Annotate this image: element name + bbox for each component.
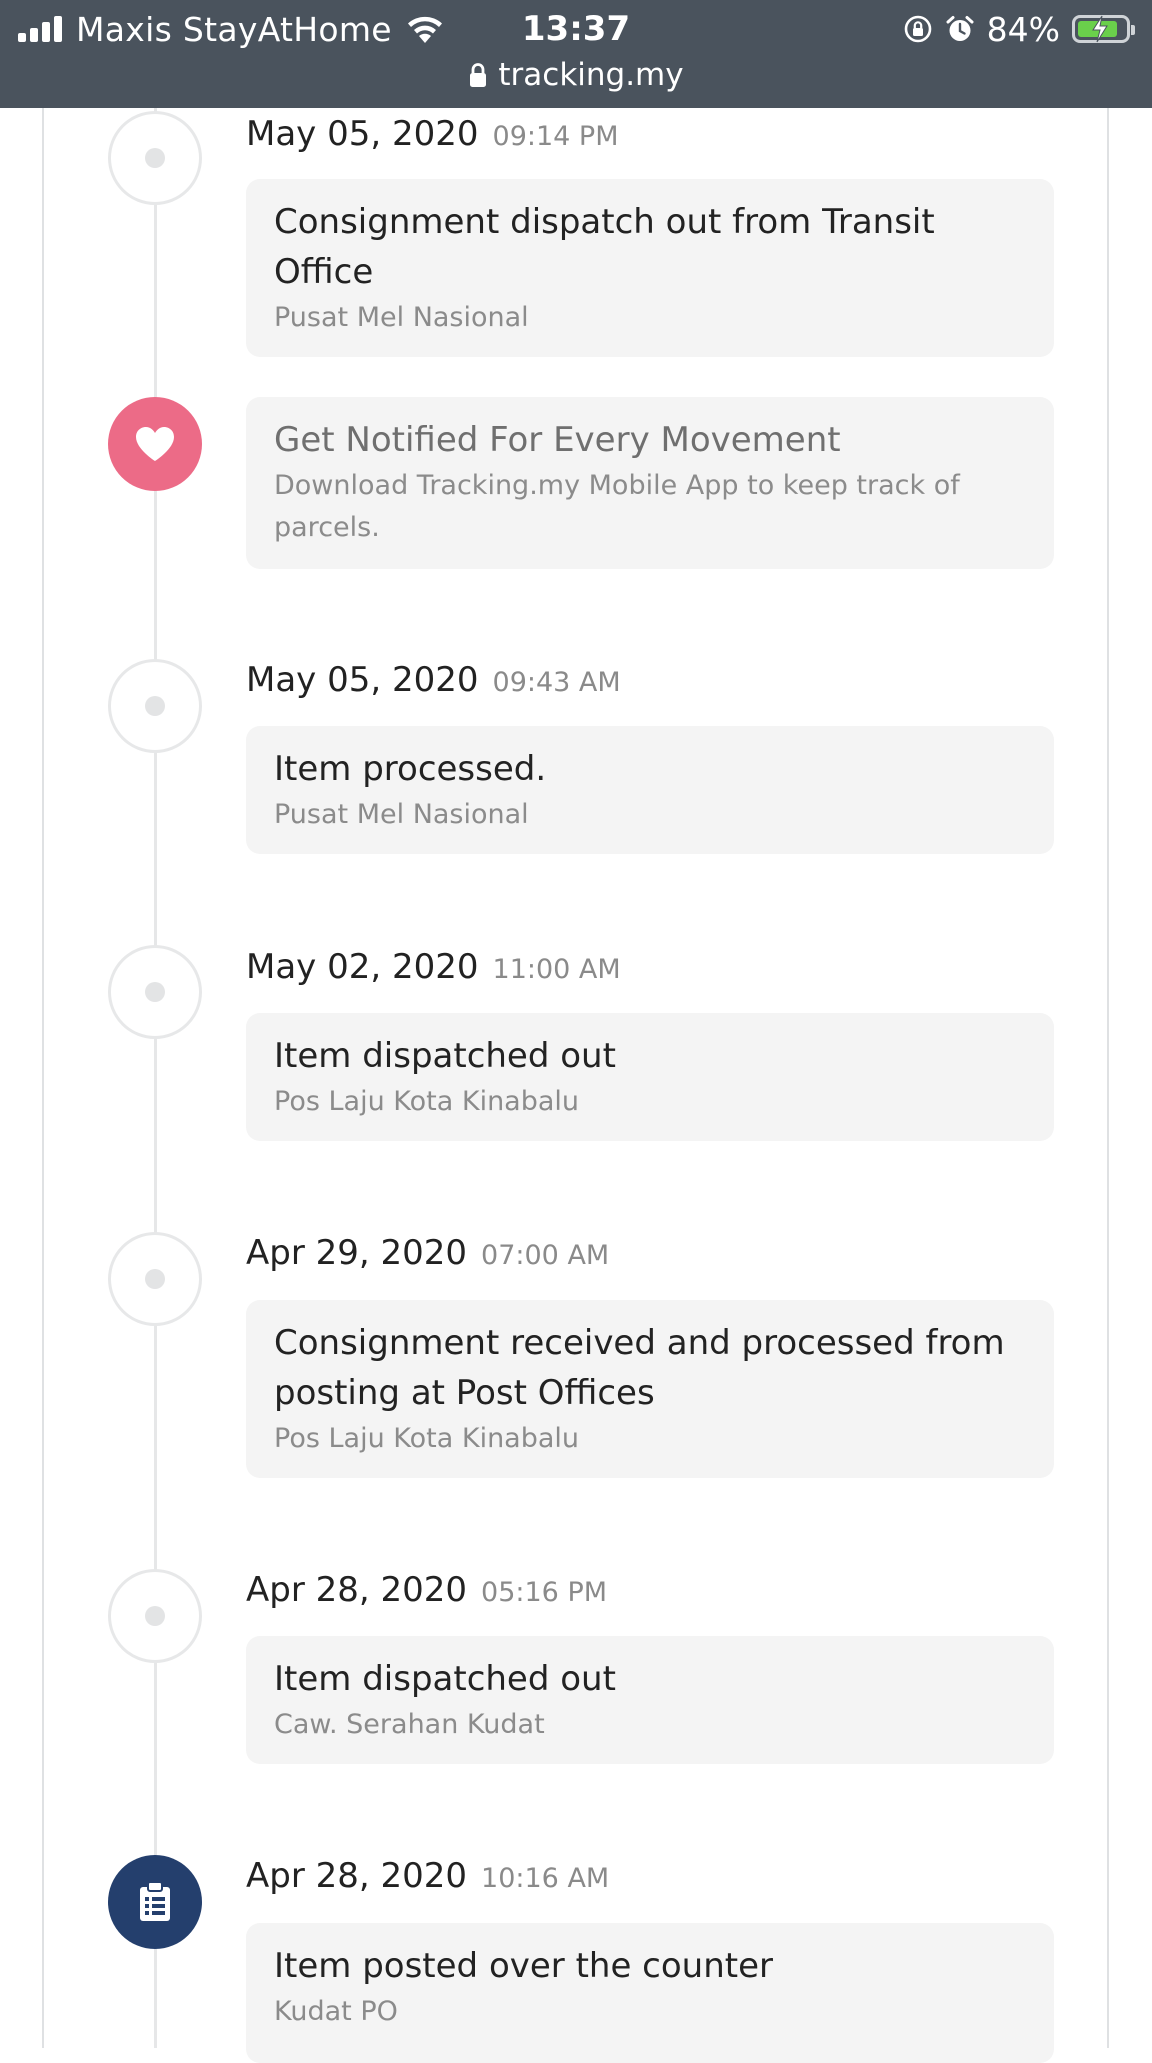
- event-location: Pusat Mel Nasional: [274, 799, 529, 830]
- alarm-icon: [946, 16, 974, 41]
- page-border-right: [1107, 108, 1109, 2048]
- timeline-node-dot-icon: [108, 111, 202, 205]
- event-title: Consignment received and processed from …: [274, 1323, 1005, 1413]
- event-date: May 02, 2020 11:00 AM: [246, 947, 621, 987]
- event-location: Pos Laju Kota Kinabalu: [274, 1086, 580, 1117]
- clipboard-glyph: [140, 1881, 170, 1921]
- event-card: Consignment received and processed from …: [246, 1300, 1054, 1478]
- event-date: May 05, 2020 09:43 AM: [246, 660, 621, 700]
- heart-icon[interactable]: [108, 397, 202, 491]
- event-card: Item dispatched out Pos Laju Kota Kinaba…: [246, 1013, 1054, 1141]
- event-time: 10:16 AM: [481, 1863, 610, 1894]
- event-date: Apr 29, 2020 07:00 AM: [246, 1233, 609, 1273]
- page-border-left: [42, 108, 44, 2048]
- event-time: 09:43 AM: [492, 667, 621, 698]
- event-date-text: Apr 29, 2020: [246, 1233, 468, 1273]
- battery-icon: [1072, 15, 1135, 43]
- charging-bolt-icon: [1092, 15, 1108, 43]
- event-date: Apr 28, 2020 10:16 AM: [246, 1856, 609, 1896]
- promo-title[interactable]: Get Notified For Every Movement: [274, 415, 1026, 465]
- lock-icon: [470, 63, 487, 87]
- event-title: Item posted over the counter: [274, 1946, 773, 1986]
- event-time: 11:00 AM: [492, 954, 621, 985]
- event-date-text: May 05, 2020: [246, 660, 479, 700]
- event-date-text: May 02, 2020: [246, 947, 479, 987]
- event-location: Pusat Mel Nasional: [274, 302, 529, 333]
- clipboard-icon: [108, 1855, 202, 1949]
- event-card: Item dispatched out Caw. Serahan Kudat: [246, 1636, 1054, 1764]
- battery-percentage: 84%: [986, 9, 1060, 49]
- event-time: 07:00 AM: [481, 1240, 610, 1271]
- timeline-node-dot-icon: [108, 1569, 202, 1663]
- event-date-text: May 05, 2020: [246, 114, 479, 154]
- heart-glyph: [136, 427, 174, 461]
- status-bar: Maxis StayAtHome 13:37 84% tracking.my: [0, 0, 1152, 108]
- event-location: Kudat PO: [274, 1996, 398, 2027]
- event-date-text: Apr 28, 2020: [246, 1856, 468, 1896]
- event-card: Consignment dispatch out from Transit Of…: [246, 179, 1054, 357]
- event-card: Item processed. Pusat Mel Nasional: [246, 726, 1054, 854]
- event-title: Item processed.: [274, 749, 547, 789]
- timeline-node-dot-icon: [108, 1232, 202, 1326]
- address-bar[interactable]: tracking.my: [0, 54, 1152, 96]
- url-text[interactable]: tracking.my: [498, 57, 683, 93]
- event-date: May 05, 2020 09:14 PM: [246, 114, 619, 154]
- promo-text: Download Tracking.my Mobile App to keep …: [274, 470, 960, 543]
- event-location: Caw. Serahan Kudat: [274, 1709, 545, 1740]
- event-time: 05:16 PM: [481, 1577, 608, 1608]
- orientation-lock-icon: [904, 15, 931, 43]
- event-location: Pos Laju Kota Kinabalu: [274, 1423, 580, 1454]
- event-title: Item dispatched out: [274, 1659, 616, 1699]
- status-right: 84%: [903, 8, 1136, 50]
- event-title: Item dispatched out: [274, 1036, 616, 1076]
- timeline-node-dot-icon: [108, 945, 202, 1039]
- app-promo-card[interactable]: Get Notified For Every Movement Download…: [246, 397, 1054, 569]
- event-time: 09:14 PM: [492, 121, 619, 152]
- event-date: Apr 28, 2020 05:16 PM: [246, 1570, 607, 1610]
- event-title: Consignment dispatch out from Transit Of…: [274, 202, 935, 292]
- event-date-text: Apr 28, 2020: [246, 1570, 468, 1610]
- timeline-node-dot-icon: [108, 659, 202, 753]
- event-card: Item posted over the counter Kudat PO: [246, 1923, 1054, 2063]
